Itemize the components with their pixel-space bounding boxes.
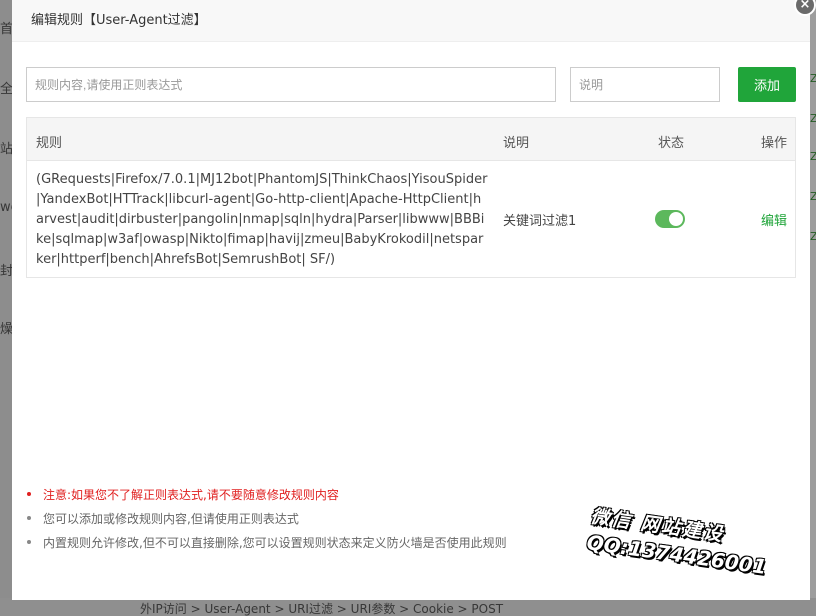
toggle-knob <box>669 212 683 226</box>
note-item: 内置规则允许修改,但不可以直接删除,您可以设置规则状态来定义防火墙是否使用此规则 <box>26 534 507 558</box>
column-header-rule: 规则 <box>36 136 63 151</box>
edit-rule-dialog: 编辑规则【User-Agent过滤】 添加 规则 说明 状态 操作 (GRequ… <box>12 0 810 600</box>
rule-description-cell: 关键词过滤1 <box>503 214 577 229</box>
rules-table: 规则 说明 状态 操作 (GRequests|Firefox/7.0.1|MJ1… <box>26 117 796 278</box>
column-header-status: 状态 <box>658 136 685 151</box>
note-item: 您可以添加或修改规则内容,但请使用正则表达式 <box>26 510 507 534</box>
rule-description-input[interactable] <box>570 67 720 102</box>
dialog-title: 编辑规则【User-Agent过滤】 <box>31 13 207 28</box>
add-rule-button[interactable]: 添加 <box>738 67 796 102</box>
dialog-header: 编辑规则【User-Agent过滤】 <box>12 0 810 42</box>
column-header-description: 说明 <box>503 136 530 151</box>
help-notes: 注意:如果您不了解正则表达式,请不要随意修改规则内容 您可以添加或修改规则内容,… <box>26 486 507 558</box>
edit-rule-link[interactable]: 编辑 <box>761 210 787 229</box>
rule-pattern-cell: (GRequests|Firefox/7.0.1|MJ12bot|Phantom… <box>36 172 488 267</box>
rule-status-toggle[interactable] <box>655 210 685 228</box>
table-header: 规则 说明 状态 操作 <box>27 118 795 161</box>
note-item-warning: 注意:如果您不了解正则表达式,请不要随意修改规则内容 <box>26 486 507 510</box>
rule-content-input[interactable] <box>26 67 556 102</box>
column-header-action: 操作 <box>761 136 788 151</box>
table-row: (GRequests|Firefox/7.0.1|MJ12bot|Phantom… <box>27 161 795 277</box>
